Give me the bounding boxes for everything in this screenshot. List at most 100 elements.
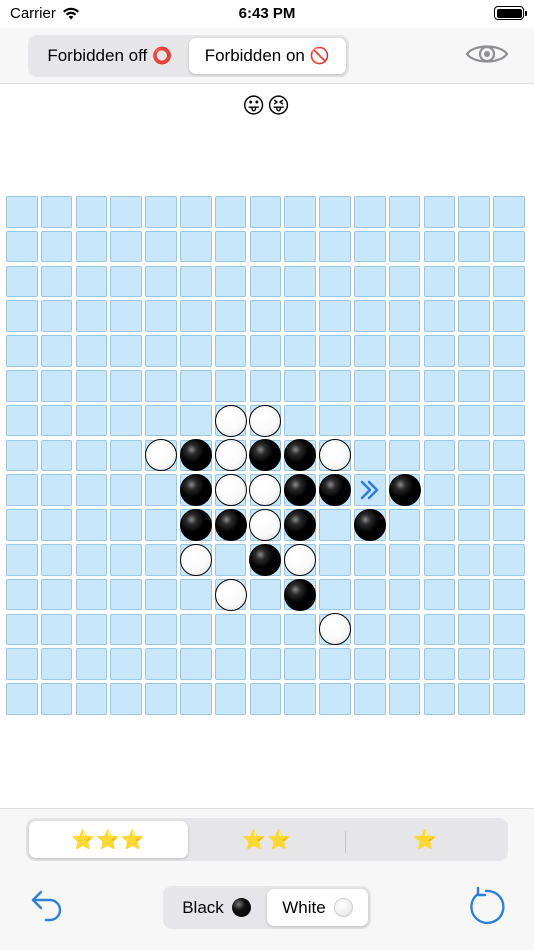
difficulty-easy-button[interactable]: ⭐ bbox=[346, 821, 505, 858]
board-cell[interactable] bbox=[493, 544, 525, 576]
board-cell[interactable] bbox=[458, 648, 490, 680]
difficulty-hard-button[interactable]: ⭐⭐⭐ bbox=[29, 821, 188, 858]
board-cell[interactable] bbox=[423, 578, 456, 611]
board-cell[interactable] bbox=[75, 474, 108, 506]
board-cell[interactable] bbox=[6, 474, 38, 506]
board-cell[interactable] bbox=[388, 509, 421, 541]
board-cell[interactable] bbox=[458, 683, 490, 715]
board-cell[interactable] bbox=[40, 300, 73, 332]
board-cell[interactable] bbox=[319, 404, 351, 437]
board-cell[interactable] bbox=[6, 265, 38, 298]
board-cell[interactable] bbox=[110, 196, 142, 228]
forbidden-off-button[interactable]: Forbidden off ⭕ bbox=[31, 38, 189, 74]
board-cell[interactable] bbox=[180, 300, 212, 332]
board-cell[interactable] bbox=[249, 300, 282, 332]
board-cell[interactable] bbox=[75, 683, 108, 715]
board-cell[interactable] bbox=[458, 265, 490, 298]
board-cell[interactable] bbox=[75, 300, 108, 332]
black-player-button[interactable]: Black bbox=[166, 889, 267, 926]
board-cell[interactable] bbox=[458, 370, 490, 402]
board-cell[interactable] bbox=[40, 335, 73, 367]
white-player-button[interactable]: White bbox=[267, 889, 368, 926]
board-cell[interactable] bbox=[423, 196, 456, 228]
board-cell[interactable] bbox=[110, 439, 142, 472]
board-cell[interactable] bbox=[319, 683, 351, 715]
board-cell[interactable] bbox=[423, 509, 456, 541]
board-cell[interactable] bbox=[75, 265, 108, 298]
board-cell[interactable] bbox=[493, 578, 525, 611]
board-cell[interactable] bbox=[423, 544, 456, 576]
board-cell[interactable] bbox=[284, 300, 316, 332]
board-cell[interactable] bbox=[458, 578, 490, 611]
board-cell[interactable] bbox=[423, 370, 456, 402]
board-cell[interactable] bbox=[423, 404, 456, 437]
board-cell[interactable] bbox=[458, 300, 490, 332]
board-cell[interactable] bbox=[493, 335, 525, 367]
board-cell[interactable] bbox=[180, 265, 212, 298]
board-cell[interactable] bbox=[214, 335, 247, 367]
board-cell[interactable] bbox=[388, 230, 421, 263]
board-cell[interactable] bbox=[145, 300, 177, 332]
board-cell[interactable] bbox=[493, 404, 525, 437]
board-cell[interactable] bbox=[354, 300, 386, 332]
board-cell[interactable] bbox=[319, 509, 351, 541]
board-cell[interactable] bbox=[354, 613, 386, 646]
board-cell[interactable] bbox=[388, 578, 421, 611]
board-cell[interactable] bbox=[249, 648, 282, 680]
board-cell[interactable] bbox=[40, 265, 73, 298]
board-cell[interactable] bbox=[423, 613, 456, 646]
board-cell[interactable] bbox=[354, 648, 386, 680]
board-cell[interactable] bbox=[180, 335, 212, 367]
board-cell[interactable] bbox=[6, 370, 38, 402]
forbidden-on-button[interactable]: Forbidden on 🚫 bbox=[188, 38, 346, 74]
board-cell[interactable] bbox=[423, 683, 456, 715]
board-cell[interactable] bbox=[40, 648, 73, 680]
board-cell[interactable] bbox=[214, 196, 247, 228]
board-cell[interactable] bbox=[493, 648, 525, 680]
board-cell[interactable] bbox=[214, 544, 247, 576]
board-cell[interactable] bbox=[6, 683, 38, 715]
board-cell[interactable] bbox=[458, 196, 490, 228]
board-cell[interactable] bbox=[145, 578, 177, 611]
board-cell[interactable] bbox=[110, 613, 142, 646]
board-cell[interactable] bbox=[6, 648, 38, 680]
board-cell[interactable] bbox=[40, 613, 73, 646]
board-cell[interactable] bbox=[75, 648, 108, 680]
board-cell[interactable] bbox=[319, 196, 351, 228]
board-cell[interactable] bbox=[354, 578, 386, 611]
board-cell[interactable] bbox=[249, 230, 282, 263]
board-cell[interactable] bbox=[180, 578, 212, 611]
board-cell[interactable] bbox=[249, 335, 282, 367]
board-cell[interactable] bbox=[40, 439, 73, 472]
board-cell[interactable] bbox=[493, 474, 525, 506]
board-cell[interactable] bbox=[145, 509, 177, 541]
board-cell[interactable] bbox=[319, 335, 351, 367]
board-cell[interactable] bbox=[388, 613, 421, 646]
board-cell[interactable] bbox=[388, 683, 421, 715]
board-cell[interactable] bbox=[75, 613, 108, 646]
board-cell[interactable] bbox=[388, 265, 421, 298]
board-cell[interactable] bbox=[284, 265, 316, 298]
board-cell[interactable] bbox=[6, 230, 38, 263]
board-cell[interactable] bbox=[249, 683, 282, 715]
board-cell[interactable] bbox=[214, 370, 247, 402]
board-cell[interactable] bbox=[388, 370, 421, 402]
board-cell[interactable] bbox=[40, 683, 73, 715]
board-cell[interactable] bbox=[145, 196, 177, 228]
board-cell[interactable] bbox=[180, 196, 212, 228]
board-cell[interactable] bbox=[40, 474, 73, 506]
board-cell[interactable] bbox=[458, 509, 490, 541]
board-cell[interactable] bbox=[180, 648, 212, 680]
board-cell[interactable] bbox=[354, 230, 386, 263]
board-cell[interactable] bbox=[423, 648, 456, 680]
board-cell[interactable] bbox=[110, 544, 142, 576]
board-cell[interactable] bbox=[40, 544, 73, 576]
board-cell[interactable] bbox=[388, 544, 421, 576]
game-board[interactable] bbox=[6, 196, 528, 719]
board-cell[interactable] bbox=[75, 230, 108, 263]
board-cell[interactable] bbox=[284, 196, 316, 228]
board-cell[interactable] bbox=[493, 509, 525, 541]
board-cell[interactable] bbox=[214, 300, 247, 332]
board-cell[interactable] bbox=[284, 613, 316, 646]
board-cell[interactable] bbox=[284, 370, 316, 402]
